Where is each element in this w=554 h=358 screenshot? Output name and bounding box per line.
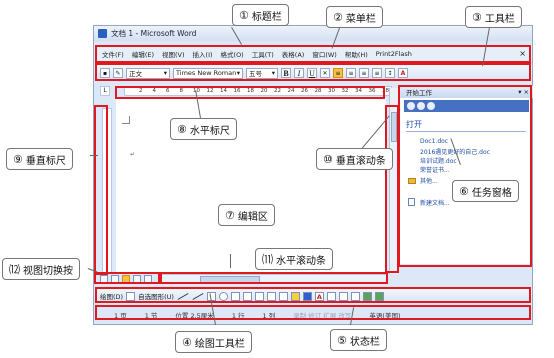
callout-label: 水平滚动条 [276, 255, 326, 267]
status-bar-highlight [95, 305, 531, 320]
page-corner-mark [122, 116, 130, 124]
callout-vertical-ruler: ⑨ 垂直标尺 [6, 148, 73, 170]
callout-label: 视图切换按 [23, 265, 73, 277]
callout-horizontal-scrollbar: ⑾ 水平滚动条 [255, 248, 333, 270]
callout-number: ① [239, 8, 249, 22]
callout-menu-bar: ② 菜单栏 [326, 6, 383, 28]
vertical-scrollbar-highlight [385, 105, 399, 273]
horizontal-scrollbar-highlight [160, 272, 388, 284]
callout-title-bar: ① 标题栏 [232, 4, 289, 26]
callout-number: ③ [472, 10, 482, 24]
callout-number: ⑩ [323, 152, 333, 166]
callout-number: ⑿ [9, 263, 20, 276]
callout-number: ⑤ [337, 333, 347, 347]
view-buttons-highlight [94, 272, 160, 284]
window-title: 文档 1 - Microsoft Word [111, 29, 197, 38]
callout-status-bar: ⑤ 状态栏 [330, 329, 387, 351]
callout-toolbar: ③ 工具栏 [465, 6, 522, 28]
callout-view-switch: ⑿ 视图切换按 [2, 258, 80, 280]
callout-label: 绘图工具栏 [194, 338, 245, 350]
callout-drawing-toolbar: ④ 绘图工具栏 [175, 331, 252, 353]
callout-label: 工具栏 [484, 13, 515, 25]
drawing-toolbar-highlight [95, 287, 531, 303]
callout-label: 菜单栏 [345, 13, 376, 25]
callout-edit-area: ⑦ 编辑区 [218, 204, 275, 226]
word-app-icon [98, 29, 107, 38]
callout-number: ⑾ [262, 253, 273, 266]
menu-bar-highlight [95, 45, 531, 63]
callout-number: ② [333, 10, 343, 24]
task-pane-highlight [398, 85, 532, 267]
callout-number: ⑧ [177, 122, 187, 136]
callout-label: 垂直标尺 [25, 155, 66, 167]
callout-label: 垂直滚动条 [335, 155, 386, 167]
text-cursor: ↵ [130, 151, 136, 158]
toolbar-highlight [95, 63, 531, 81]
tab-selector[interactable]: L [100, 86, 110, 96]
leader-line [90, 155, 98, 156]
callout-label: 状态栏 [349, 336, 380, 348]
leader-line [230, 254, 231, 268]
callout-label: 水平标尺 [189, 125, 230, 137]
title-bar: 文档 1 - Microsoft Word [94, 26, 532, 41]
callout-number: ⑥ [459, 184, 469, 198]
callout-horizontal-ruler: ⑧ 水平标尺 [170, 118, 237, 140]
callout-number: ④ [182, 335, 192, 349]
horizontal-ruler-highlight [115, 86, 385, 99]
callout-label: 任务窗格 [471, 187, 512, 199]
callout-number: ⑨ [13, 152, 23, 166]
callout-number: ⑦ [225, 208, 235, 222]
editing-area[interactable] [116, 98, 386, 274]
callout-vertical-scrollbar: ⑩ 垂直滚动条 [316, 148, 393, 170]
callout-task-pane: ⑥ 任务窗格 [452, 180, 519, 202]
callout-label: 编辑区 [237, 211, 268, 223]
vertical-ruler-highlight [94, 105, 108, 275]
callout-label: 标题栏 [251, 11, 282, 23]
